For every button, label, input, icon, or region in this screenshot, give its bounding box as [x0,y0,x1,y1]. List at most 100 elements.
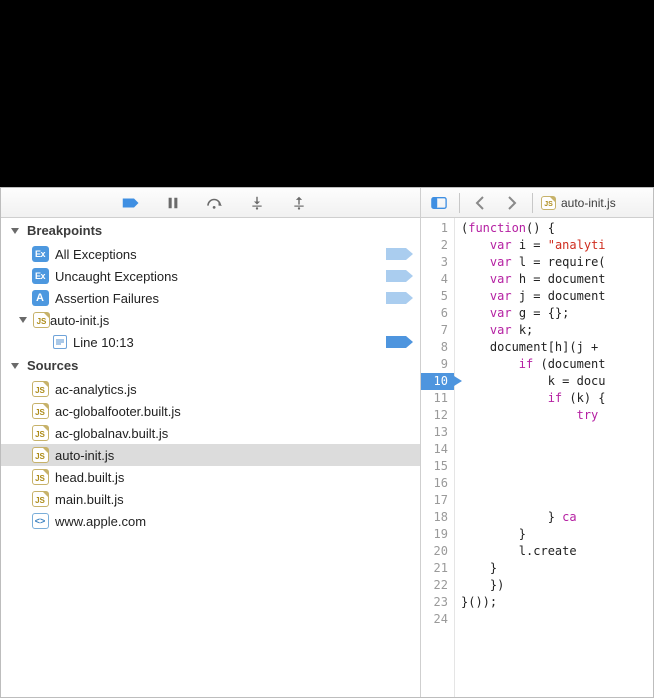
line-number[interactable]: 3 [421,254,454,271]
breakpoint-line-row[interactable]: Line 10:13 [1,331,420,353]
breakpoint-file-header[interactable]: JS auto-init.js [1,309,420,331]
code-content[interactable]: (function() { var i = "analyti var l = r… [455,218,653,697]
line-number[interactable]: 7 [421,322,454,339]
toggle-sidebar-icon[interactable] [427,192,451,214]
js-file-icon: JS [32,469,49,485]
disclosure-triangle-icon[interactable] [9,225,21,237]
window-frame: Breakpoints ExAll ExceptionsExUncaught E… [0,187,654,698]
sources-section-header[interactable]: Sources [1,353,420,378]
step-into-icon[interactable] [247,193,267,213]
editor-file-crumb[interactable]: JS auto-init.js [541,196,616,210]
line-number[interactable]: 2 [421,237,454,254]
source-label: main.built.js [55,492,414,507]
line-number[interactable]: 19 [421,526,454,543]
nav-forward-icon[interactable] [500,192,524,214]
line-number[interactable]: 24 [421,611,454,628]
source-label: www.apple.com [55,514,414,529]
source-row[interactable]: JSac-globalfooter.built.js [1,400,420,422]
code-line[interactable]: document[h](j + [461,339,653,356]
code-line[interactable]: l.create [461,543,653,560]
code-line[interactable]: if (document [461,356,653,373]
line-number[interactable]: 22 [421,577,454,594]
code-line[interactable] [461,475,653,492]
code-line[interactable] [461,424,653,441]
line-number[interactable]: 5 [421,288,454,305]
breakpoint-row[interactable]: AAssertion Failures [1,287,420,309]
code-line[interactable] [461,492,653,509]
source-row[interactable]: <> www.apple.com [1,510,420,532]
code-line[interactable]: var h = document [461,271,653,288]
source-label: ac-globalnav.built.js [55,426,414,441]
code-line[interactable]: } ca [461,509,653,526]
code-line[interactable]: var l = require( [461,254,653,271]
nav-back-icon[interactable] [468,192,492,214]
line-number[interactable]: 23 [421,594,454,611]
line-number[interactable]: 9 [421,356,454,373]
line-number[interactable]: 15 [421,458,454,475]
code-line[interactable]: var i = "analyti [461,237,653,254]
source-row[interactable]: JS main.built.js [1,488,420,510]
line-number[interactable]: 18 [421,509,454,526]
pause-icon[interactable] [163,193,183,213]
line-number[interactable]: 11 [421,390,454,407]
code-line[interactable]: try [461,407,653,424]
code-line[interactable] [461,611,653,628]
js-file-icon: JS [541,196,556,210]
source-row[interactable]: JSac-globalnav.built.js [1,422,420,444]
step-out-icon[interactable] [289,193,309,213]
line-number[interactable]: 17 [421,492,454,509]
code-line[interactable]: } [461,526,653,543]
line-number[interactable]: 12 [421,407,454,424]
line-gutter[interactable]: 123456789101112131415161718192021222324 [421,218,455,697]
line-number[interactable]: 10 [421,373,454,390]
code-line[interactable]: } [461,560,653,577]
code-area[interactable]: 123456789101112131415161718192021222324 … [421,218,653,697]
breakpoint-tag-icon[interactable] [386,269,414,283]
code-line[interactable]: var j = document [461,288,653,305]
disclosure-triangle-icon[interactable] [9,360,21,372]
line-number[interactable]: 4 [421,271,454,288]
code-editor-pane: JS auto-init.js 123456789101112131415161… [421,188,653,697]
html-file-icon: <> [32,513,49,529]
code-line[interactable] [461,458,653,475]
breakpoint-toggle-icon[interactable] [121,193,141,213]
source-row[interactable]: JS head.built.js [1,466,420,488]
line-marker-icon [53,335,67,349]
line-number[interactable]: 16 [421,475,454,492]
code-line[interactable]: }()); [461,594,653,611]
line-number[interactable]: 21 [421,560,454,577]
editor-toolbar: JS auto-init.js [421,188,653,218]
line-number[interactable]: 6 [421,305,454,322]
code-line[interactable]: k = docu [461,373,653,390]
line-number[interactable]: 13 [421,424,454,441]
source-label: ac-analytics.js [55,382,414,397]
disclosure-triangle-icon[interactable] [17,314,29,326]
code-line[interactable]: var k; [461,322,653,339]
line-number[interactable]: 1 [421,220,454,237]
breakpoint-label: Assertion Failures [55,291,414,306]
code-line[interactable]: if (k) { [461,390,653,407]
source-label: head.built.js [55,470,414,485]
breakpoint-row[interactable]: ExUncaught Exceptions [1,265,420,287]
step-over-icon[interactable] [205,193,225,213]
breakpoints-section-header[interactable]: Breakpoints [1,218,420,243]
code-line[interactable]: }) [461,577,653,594]
source-label: auto-init.js [55,448,414,463]
breakpoint-label: Uncaught Exceptions [55,269,414,284]
line-number[interactable]: 8 [421,339,454,356]
code-line[interactable]: (function() { [461,220,653,237]
line-number[interactable]: 20 [421,543,454,560]
breakpoint-row[interactable]: ExAll Exceptions [1,243,420,265]
breakpoint-tag-icon[interactable] [386,291,414,305]
breakpoint-tag-icon[interactable] [386,247,414,261]
line-number[interactable]: 14 [421,441,454,458]
js-file-icon: JS [32,491,49,507]
code-line[interactable] [461,441,653,458]
editor-file-name: auto-init.js [561,196,616,210]
breakpoint-label: All Exceptions [55,247,414,262]
code-line[interactable]: var g = {}; [461,305,653,322]
sources-header-label: Sources [27,358,78,373]
source-row[interactable]: JSauto-init.js [1,444,420,466]
source-row[interactable]: JSac-analytics.js [1,378,420,400]
breakpoint-tag-icon[interactable] [386,335,414,349]
